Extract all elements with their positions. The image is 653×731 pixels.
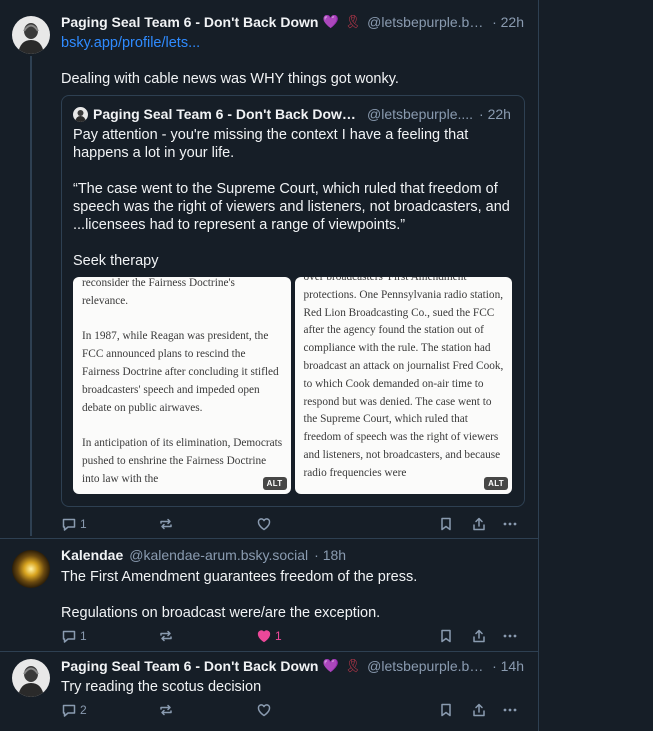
post-actions: 1 [61, 514, 523, 534]
repost-icon [160, 630, 172, 642]
post[interactable]: Paging Seal Team 6 - Don't Back Down 💜 🎗… [0, 651, 538, 731]
like-icon [257, 704, 271, 717]
share-icon [473, 703, 485, 717]
author-handle[interactable]: @letsbepurple.bsk... [367, 14, 486, 30]
reply-button[interactable]: 1 [61, 626, 87, 646]
repost-icon [160, 704, 172, 716]
repost-button[interactable] [158, 514, 177, 534]
share-button[interactable] [471, 514, 487, 534]
post-text: The First Amendment guarantees freedom o… [61, 569, 418, 585]
post[interactable]: Kalendae @kalendae-arum.bsky.social · 18… [0, 538, 538, 652]
quote-author-name: Paging Seal Team 6 - Don't Back Down... [93, 106, 359, 122]
alt-badge[interactable]: ALT [262, 477, 287, 490]
author-handle[interactable]: @kalendae-arum.bsky.social [129, 547, 308, 563]
alt-badge[interactable]: ALT [484, 477, 508, 490]
quote-author-handle: @letsbepurple.... [367, 106, 474, 122]
avatar[interactable] [12, 659, 50, 697]
more-icon [503, 634, 517, 638]
bookmark-icon [441, 703, 451, 717]
share-icon [473, 629, 485, 643]
bookmark-button[interactable] [438, 626, 454, 646]
more-options-button[interactable] [502, 514, 518, 534]
bookmark-button[interactable] [438, 514, 454, 534]
like-button[interactable] [256, 514, 275, 534]
post-header: Paging Seal Team 6 - Don't Back Down 💜 🎗… [61, 656, 524, 676]
like-button[interactable] [256, 700, 275, 720]
author-name[interactable]: Paging Seal Team 6 - Don't Back Down [61, 658, 318, 674]
reply-button[interactable]: 1 [61, 514, 87, 534]
ribbon-emoji: 🎗 [344, 658, 362, 673]
more-icon [503, 708, 517, 712]
bookmark-icon [441, 517, 451, 531]
more-icon [503, 522, 517, 526]
post[interactable]: Paging Seal Team 6 - Don't Back Down 💜 🎗… [0, 0, 538, 538]
post-header: Paging Seal Team 6 - Don't Back Down 💜 🎗… [61, 12, 524, 32]
avatar[interactable] [12, 16, 50, 54]
post-text: Regulations on broadcast were/are the ex… [61, 605, 381, 621]
reply-count: 1 [80, 517, 87, 531]
like-icon [257, 630, 271, 643]
more-options-button[interactable] [502, 700, 518, 720]
quote-text: Pay attention - you're missing the conte… [73, 126, 514, 288]
book-paragraph: In anticipation of its elimination, Demo… [82, 437, 283, 485]
repost-icon [160, 518, 172, 530]
bookmark-icon [441, 629, 451, 643]
reply-icon [62, 630, 76, 643]
share-icon [473, 517, 485, 531]
reply-count: 1 [80, 629, 87, 643]
quote-paragraph: Seek therapy [73, 253, 159, 269]
quote-paragraph: “The case went to the Supreme Court, whi… [73, 181, 510, 233]
repost-button[interactable] [158, 626, 177, 646]
quote-avatar [73, 106, 88, 122]
post-link-line: bsky.app/profile/lets... [61, 34, 524, 52]
feed: Paging Seal Team 6 - Don't Back Down 💜 🎗… [0, 0, 539, 731]
author-name[interactable]: Paging Seal Team 6 - Don't Back Down [61, 14, 318, 30]
book-paragraph: reconsider the Fairness Doctrine's relev… [82, 277, 235, 307]
post-actions: 1 1 [61, 626, 523, 646]
post-actions: 2 [61, 700, 523, 720]
post-text: Try reading the scotus decision [61, 679, 262, 695]
quoted-post[interactable]: Paging Seal Team 6 - Don't Back Down... … [61, 95, 525, 507]
book-paragraph: In 1987, while Reagan was president, the… [82, 330, 279, 414]
reply-button[interactable]: 2 [61, 700, 87, 720]
more-options-button[interactable] [502, 626, 518, 646]
post-time[interactable]: · 18h [314, 547, 346, 563]
like-count: 1 [275, 629, 282, 643]
book-page-text: over broadcasters' First Amendment prote… [304, 277, 505, 494]
share-button[interactable] [471, 626, 487, 646]
quote-time: · 22h [479, 106, 511, 122]
book-page-image[interactable]: reconsider the Fairness Doctrine's relev… [73, 277, 291, 494]
image-gallery: reconsider the Fairness Doctrine's relev… [73, 277, 512, 494]
reply-icon [62, 518, 76, 531]
post-text: Dealing with cable news was WHY things g… [61, 71, 399, 87]
post-time[interactable]: · 14h [492, 658, 524, 674]
ribbon-emoji: 🎗 [344, 14, 362, 29]
book-page-image[interactable]: over broadcasters' First Amendment prote… [294, 277, 512, 494]
post-time[interactable]: · 22h [492, 14, 524, 30]
book-page-text: reconsider the Fairness Doctrine's relev… [82, 277, 283, 494]
bookmark-button[interactable] [438, 700, 454, 720]
quote-header: Paging Seal Team 6 - Don't Back Down... … [73, 105, 513, 123]
purple-heart-emoji: 💜 [322, 14, 339, 29]
quote-paragraph: Pay attention - you're missing the conte… [73, 127, 469, 161]
like-button[interactable]: 1 [256, 626, 282, 646]
purple-heart-emoji: 💜 [322, 658, 339, 673]
profile-link[interactable]: bsky.app/profile/lets... [61, 35, 200, 51]
thread-line [30, 56, 32, 536]
repost-button[interactable] [158, 700, 177, 720]
like-icon [257, 518, 271, 531]
reply-icon [62, 704, 76, 717]
reply-count: 2 [80, 703, 87, 717]
avatar[interactable] [12, 550, 50, 588]
post-header: Kalendae @kalendae-arum.bsky.social · 18… [61, 545, 524, 565]
author-handle[interactable]: @letsbepurple.bsk... [367, 658, 486, 674]
share-button[interactable] [471, 700, 487, 720]
author-name[interactable]: Kalendae [61, 547, 123, 563]
book-paragraph: over broadcasters' First Amendment prote… [303, 277, 504, 479]
